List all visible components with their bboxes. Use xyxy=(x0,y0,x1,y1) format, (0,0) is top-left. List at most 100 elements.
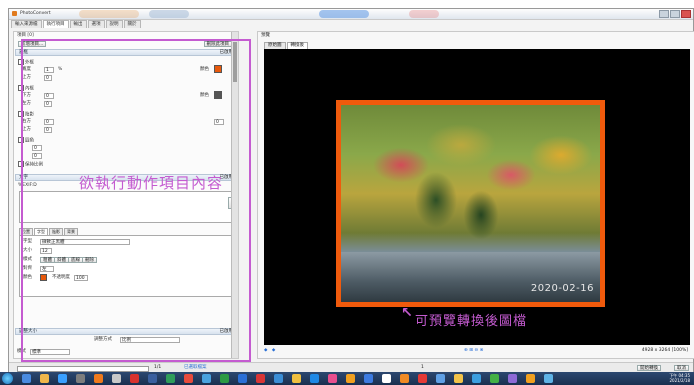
taskbar-app-icon[interactable] xyxy=(526,374,535,383)
method-select[interactable]: 比例 xyxy=(120,337,180,343)
inner-color-swatch[interactable] xyxy=(214,91,222,99)
taskbar-app-icon[interactable] xyxy=(130,374,139,383)
prev-icon[interactable]: ◆ xyxy=(264,348,267,353)
tab-options[interactable]: 選項 xyxy=(87,20,105,28)
taskbar-app-icon[interactable] xyxy=(184,374,193,383)
tab-actions[interactable]: 執行項目 xyxy=(42,20,69,28)
taskbar-app-icon[interactable] xyxy=(256,374,265,383)
border-color-swatch[interactable] xyxy=(214,65,222,73)
top-input[interactable]: 0 xyxy=(44,75,52,81)
font-select[interactable]: 微軟正黑體 xyxy=(40,239,130,245)
taskbar-app-icon[interactable] xyxy=(418,374,427,383)
taskbar-app-icon[interactable] xyxy=(94,374,103,383)
tab-original[interactable]: 原始圖 xyxy=(264,42,286,49)
checkbox[interactable] xyxy=(18,59,24,65)
delete-item-button[interactable]: 刪除此項目 xyxy=(203,41,232,47)
taskbar-app-icon[interactable] xyxy=(490,374,499,383)
italic-button[interactable]: 斜體 xyxy=(54,257,69,263)
row-top: 上方 xyxy=(22,75,31,80)
checkbox[interactable] xyxy=(18,85,24,91)
tab-converted[interactable]: 轉換後 xyxy=(286,42,308,49)
taskbar-app-icon[interactable] xyxy=(76,374,85,383)
taskbar-app-icon[interactable] xyxy=(454,374,463,383)
checkbox[interactable] xyxy=(18,137,24,143)
start-button[interactable] xyxy=(2,373,13,384)
taskbar-app-icon[interactable] xyxy=(310,374,319,383)
round-input-1[interactable]: 0 xyxy=(32,145,42,151)
preview-canvas: 2020-02-16 xyxy=(264,49,690,345)
taskbar-app-icon[interactable] xyxy=(166,374,175,383)
taskbar-app-icon[interactable] xyxy=(202,374,211,383)
taskbar-app-icon[interactable] xyxy=(220,374,229,383)
top-input-2[interactable]: 0 xyxy=(44,127,52,133)
add-item-button[interactable]: 新增項目... xyxy=(18,41,47,47)
taskbar-app-icon[interactable] xyxy=(436,374,445,383)
zoom-icons[interactable]: ⊕ ⊞ ⊖ ⊗ xyxy=(464,347,483,355)
tab-input[interactable]: 輸入來源檔 xyxy=(11,20,42,28)
cancel-button[interactable]: 取消 xyxy=(674,365,689,371)
group-round[interactable]: 圓角 xyxy=(18,137,34,144)
size-input[interactable]: 1 xyxy=(44,67,54,73)
opacity-input[interactable]: 100 xyxy=(74,275,88,281)
font-size-input[interactable]: 12 xyxy=(40,248,52,254)
tab-help[interactable]: 說明 xyxy=(105,20,123,28)
title-decoration xyxy=(149,10,189,18)
group-inner[interactable]: 內框 xyxy=(18,85,34,92)
next-icon[interactable]: ◆ xyxy=(272,348,275,353)
mode-label: 模式 xyxy=(17,349,26,354)
taskbar-app-icon[interactable] xyxy=(58,374,67,383)
shadow-input[interactable]: 0 xyxy=(214,119,224,125)
underline-button[interactable]: 底線 xyxy=(68,257,83,263)
align-select[interactable]: 左 xyxy=(40,266,54,272)
mode-select[interactable]: 標準 xyxy=(30,349,70,355)
subtab-shadow[interactable]: 陰影 xyxy=(49,228,63,235)
preview-toolbar: ◆ ◆ ⊕ ⊞ ⊖ ⊗ 4928 x 3264 [100%] xyxy=(264,347,690,355)
taskbar-app-icon[interactable] xyxy=(364,374,373,383)
round-input-2[interactable]: 0 xyxy=(32,153,42,159)
taskbar-app-icon[interactable] xyxy=(346,374,355,383)
taskbar-app-icon[interactable] xyxy=(22,374,31,383)
subtab-font[interactable]: 字型 xyxy=(34,228,48,235)
group-outer[interactable]: 外框 xyxy=(18,59,34,66)
left-scrollbar[interactable] xyxy=(231,32,238,358)
close-button[interactable] xyxy=(681,10,691,18)
left-input[interactable]: 0 xyxy=(44,101,52,107)
taskbar-app-icon[interactable] xyxy=(292,374,301,383)
tab-output[interactable]: 輸出 xyxy=(69,20,87,28)
right-input[interactable]: 0 xyxy=(44,119,54,125)
taskbar-app-icon[interactable] xyxy=(400,374,409,383)
taskbar-app-icon[interactable] xyxy=(112,374,121,383)
section-resize[interactable]: 調整大小 已啟用 xyxy=(15,328,237,335)
taskbar-app-icon[interactable] xyxy=(328,374,337,383)
taskbar-app-icon[interactable] xyxy=(544,374,553,383)
text-color-swatch[interactable] xyxy=(40,274,47,281)
minimize-button[interactable] xyxy=(659,10,669,18)
bold-button[interactable]: 粗體 xyxy=(40,257,55,263)
group-shadow[interactable]: 陰影 xyxy=(18,111,34,118)
start-convert-button[interactable]: 開始轉換 xyxy=(637,365,661,371)
taskbar-app-icon[interactable] xyxy=(40,374,49,383)
checkbox[interactable] xyxy=(18,111,24,117)
keep-ratio[interactable]: 保持比例 xyxy=(18,161,43,168)
size-row-label: 大小 xyxy=(23,248,32,253)
title-bar: PhotoConvert xyxy=(9,9,693,20)
taskbar-app-icon[interactable] xyxy=(148,374,157,383)
taskbar-app-icon[interactable] xyxy=(238,374,247,383)
taskbar-app-icon[interactable] xyxy=(508,374,517,383)
app-window: PhotoConvert 輸入來源檔 執行項目 輸出 選項 說明 關於 項目 [… xyxy=(8,8,694,373)
strike-button[interactable]: 刪除 xyxy=(82,257,97,263)
taskbar-app-icon[interactable] xyxy=(382,374,391,383)
taskbar-app-icon[interactable] xyxy=(274,374,283,383)
color-label: 顏色 xyxy=(200,67,209,72)
section-border[interactable]: 邊框 已啟用 xyxy=(15,49,237,56)
tab-about[interactable]: 關於 xyxy=(123,20,141,28)
checkbox[interactable] xyxy=(18,161,24,167)
system-clock[interactable]: 下午 04:35 2021/2/18 xyxy=(669,373,690,383)
taskbar-app-icon[interactable] xyxy=(472,374,481,383)
bottom-input[interactable]: 0 xyxy=(44,93,54,99)
subtab-position[interactable]: 位置 xyxy=(19,228,33,235)
maximize-button[interactable] xyxy=(670,10,680,18)
subtab-background[interactable]: 背景 xyxy=(64,228,78,235)
text-input[interactable] xyxy=(19,191,234,223)
scrollbar-thumb[interactable] xyxy=(233,42,237,82)
